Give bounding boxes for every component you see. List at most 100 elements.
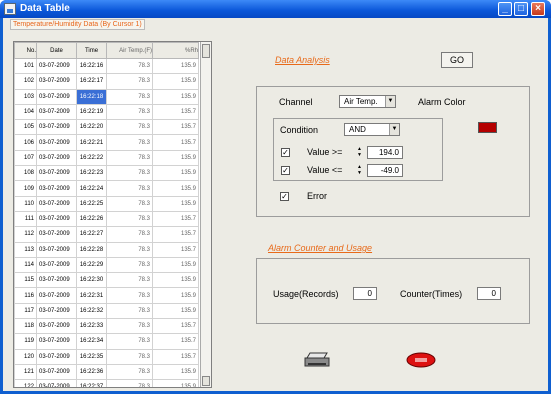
cell-time[interactable]: 16:22:22 <box>76 149 107 167</box>
cell-time[interactable]: 16:22:19 <box>76 103 107 121</box>
cell-time[interactable]: 16:22:21 <box>76 134 107 151</box>
scrollbar-thumb[interactable] <box>202 44 210 58</box>
cell-no[interactable]: 101 <box>14 57 37 75</box>
value-le-input[interactable]: -49.0 <box>367 164 403 177</box>
cell-no[interactable]: 110 <box>14 195 37 212</box>
scroll-down-arrow-icon[interactable] <box>202 376 210 386</box>
cell-date[interactable]: 03-07-2009 <box>36 241 77 258</box>
table-row[interactable]: 122 03-07-2009 16:22:37 78.3 135.9 <box>14 379 199 387</box>
cell-date[interactable]: 03-07-2009 <box>36 119 77 136</box>
cell-date[interactable]: 03-07-2009 <box>36 363 77 381</box>
cell-time[interactable]: 16:22:25 <box>76 195 107 212</box>
cell-no[interactable]: 119 <box>14 333 37 350</box>
cell-air-temp[interactable]: 78.3 <box>106 256 153 274</box>
go-button[interactable]: GO <box>441 52 473 68</box>
table-row[interactable]: 104 03-07-2009 16:22:19 78.3 135.7 <box>14 103 199 121</box>
cell-no[interactable]: 116 <box>14 287 37 304</box>
maximize-button[interactable]: □ <box>514 2 528 16</box>
column-header-time[interactable]: Time <box>76 42 107 59</box>
cell-rh[interactable]: 135.7 <box>152 210 199 228</box>
cell-rh[interactable]: 135.9 <box>152 57 199 75</box>
table-row[interactable]: 110 03-07-2009 16:22:25 78.3 135.9 <box>14 195 199 212</box>
table-row[interactable]: 115 03-07-2009 16:22:30 78.3 135.9 <box>14 272 199 289</box>
cell-date[interactable]: 03-07-2009 <box>36 333 77 350</box>
cell-rh[interactable]: 135.9 <box>152 379 199 387</box>
table-row[interactable]: 121 03-07-2009 16:22:36 78.3 135.9 <box>14 363 199 381</box>
cell-no[interactable]: 103 <box>14 88 37 105</box>
cell-no[interactable]: 117 <box>14 302 37 320</box>
cell-air-temp[interactable]: 78.3 <box>106 73 153 90</box>
table-row[interactable]: 113 03-07-2009 16:22:28 78.3 135.7 <box>14 241 199 258</box>
cell-air-temp[interactable]: 78.3 <box>106 165 153 182</box>
cell-air-temp[interactable]: 78.3 <box>106 272 153 289</box>
cell-date[interactable]: 03-07-2009 <box>36 103 77 121</box>
table-row[interactable]: 101 03-07-2009 16:22:16 78.3 135.9 <box>14 57 199 75</box>
cell-rh[interactable]: 135.7 <box>152 226 199 243</box>
cell-no[interactable]: 120 <box>14 348 37 365</box>
value-ge-spinner-icon[interactable]: ▲ ▼ <box>356 146 363 159</box>
cell-rh[interactable]: 135.9 <box>152 180 199 197</box>
table-row[interactable]: 102 03-07-2009 16:22:17 78.3 135.9 <box>14 73 199 90</box>
cell-no[interactable]: 104 <box>14 103 37 121</box>
cell-time[interactable]: 16:22:33 <box>76 318 107 335</box>
table-row[interactable]: 109 03-07-2009 16:22:24 78.3 135.9 <box>14 180 199 197</box>
cell-time[interactable]: 16:22:35 <box>76 348 107 365</box>
minimize-button[interactable]: _ <box>498 2 512 16</box>
cell-air-temp[interactable]: 78.3 <box>106 210 153 228</box>
cell-date[interactable]: 03-07-2009 <box>36 88 77 105</box>
chevron-down-icon[interactable]: ▼ <box>389 124 399 135</box>
cell-time[interactable]: 16:22:24 <box>76 180 107 197</box>
cell-rh[interactable]: 135.7 <box>152 348 199 365</box>
table-row[interactable]: 111 03-07-2009 16:22:26 78.3 135.7 <box>14 210 199 228</box>
cell-rh[interactable]: 135.9 <box>152 73 199 90</box>
cell-date[interactable]: 03-07-2009 <box>36 272 77 289</box>
cell-time[interactable]: 16:22:32 <box>76 302 107 320</box>
cell-air-temp[interactable]: 78.3 <box>106 226 153 243</box>
cell-date[interactable]: 03-07-2009 <box>36 318 77 335</box>
table-row[interactable]: 114 03-07-2009 16:22:29 78.3 135.9 <box>14 256 199 274</box>
exit-button[interactable] <box>404 351 438 369</box>
cell-rh[interactable]: 135.9 <box>152 272 199 289</box>
cell-rh[interactable]: 135.7 <box>152 241 199 258</box>
cell-rh[interactable]: 135.9 <box>152 363 199 381</box>
cell-air-temp[interactable]: 78.3 <box>106 348 153 365</box>
cell-date[interactable]: 03-07-2009 <box>36 149 77 167</box>
table-row[interactable]: 119 03-07-2009 16:22:34 78.3 135.7 <box>14 333 199 350</box>
cell-no[interactable]: 115 <box>14 272 37 289</box>
column-header-air-temp[interactable]: Air Temp.(F) <box>106 42 153 59</box>
cell-time[interactable]: 16:22:28 <box>76 241 107 258</box>
cell-no[interactable]: 109 <box>14 180 37 197</box>
table-row[interactable]: 120 03-07-2009 16:22:35 78.3 135.7 <box>14 348 199 365</box>
cell-time[interactable]: 16:22:29 <box>76 256 107 274</box>
cell-date[interactable]: 03-07-2009 <box>36 73 77 90</box>
cell-air-temp[interactable]: 78.3 <box>106 241 153 258</box>
cell-no[interactable]: 113 <box>14 241 37 258</box>
table-row[interactable]: 105 03-07-2009 16:22:20 78.3 135.7 <box>14 119 199 136</box>
cell-no[interactable]: 121 <box>14 363 37 381</box>
table-row[interactable]: 103 03-07-2009 16:22:18 78.3 135.9 <box>14 88 199 105</box>
cell-date[interactable]: 03-07-2009 <box>36 256 77 274</box>
cell-time[interactable]: 16:22:23 <box>76 165 107 182</box>
cell-air-temp[interactable]: 78.3 <box>106 287 153 304</box>
cell-rh[interactable]: 135.9 <box>152 195 199 212</box>
cell-rh[interactable]: 135.9 <box>152 287 199 304</box>
cell-time[interactable]: 16:22:36 <box>76 363 107 381</box>
cell-rh[interactable]: 135.7 <box>152 333 199 350</box>
cell-date[interactable]: 03-07-2009 <box>36 57 77 75</box>
cell-date[interactable]: 03-07-2009 <box>36 210 77 228</box>
cell-no[interactable]: 105 <box>14 119 37 136</box>
value-le-checkbox[interactable]: ✓ <box>281 166 290 175</box>
cell-rh[interactable]: 135.7 <box>152 119 199 136</box>
cell-date[interactable]: 03-07-2009 <box>36 134 77 151</box>
cell-time[interactable]: 16:22:27 <box>76 226 107 243</box>
cell-rh[interactable]: 135.9 <box>152 302 199 320</box>
cell-no[interactable]: 118 <box>14 318 37 335</box>
cell-air-temp[interactable]: 78.3 <box>106 119 153 136</box>
cell-time[interactable]: 16:22:34 <box>76 333 107 350</box>
cell-air-temp[interactable]: 78.3 <box>106 195 153 212</box>
cell-time[interactable]: 16:22:20 <box>76 119 107 136</box>
cell-no[interactable]: 106 <box>14 134 37 151</box>
condition-select[interactable]: AND ▼ <box>344 123 400 136</box>
table-vertical-scrollbar[interactable] <box>200 42 211 387</box>
table-row[interactable]: 106 03-07-2009 16:22:21 78.3 135.7 <box>14 134 199 151</box>
